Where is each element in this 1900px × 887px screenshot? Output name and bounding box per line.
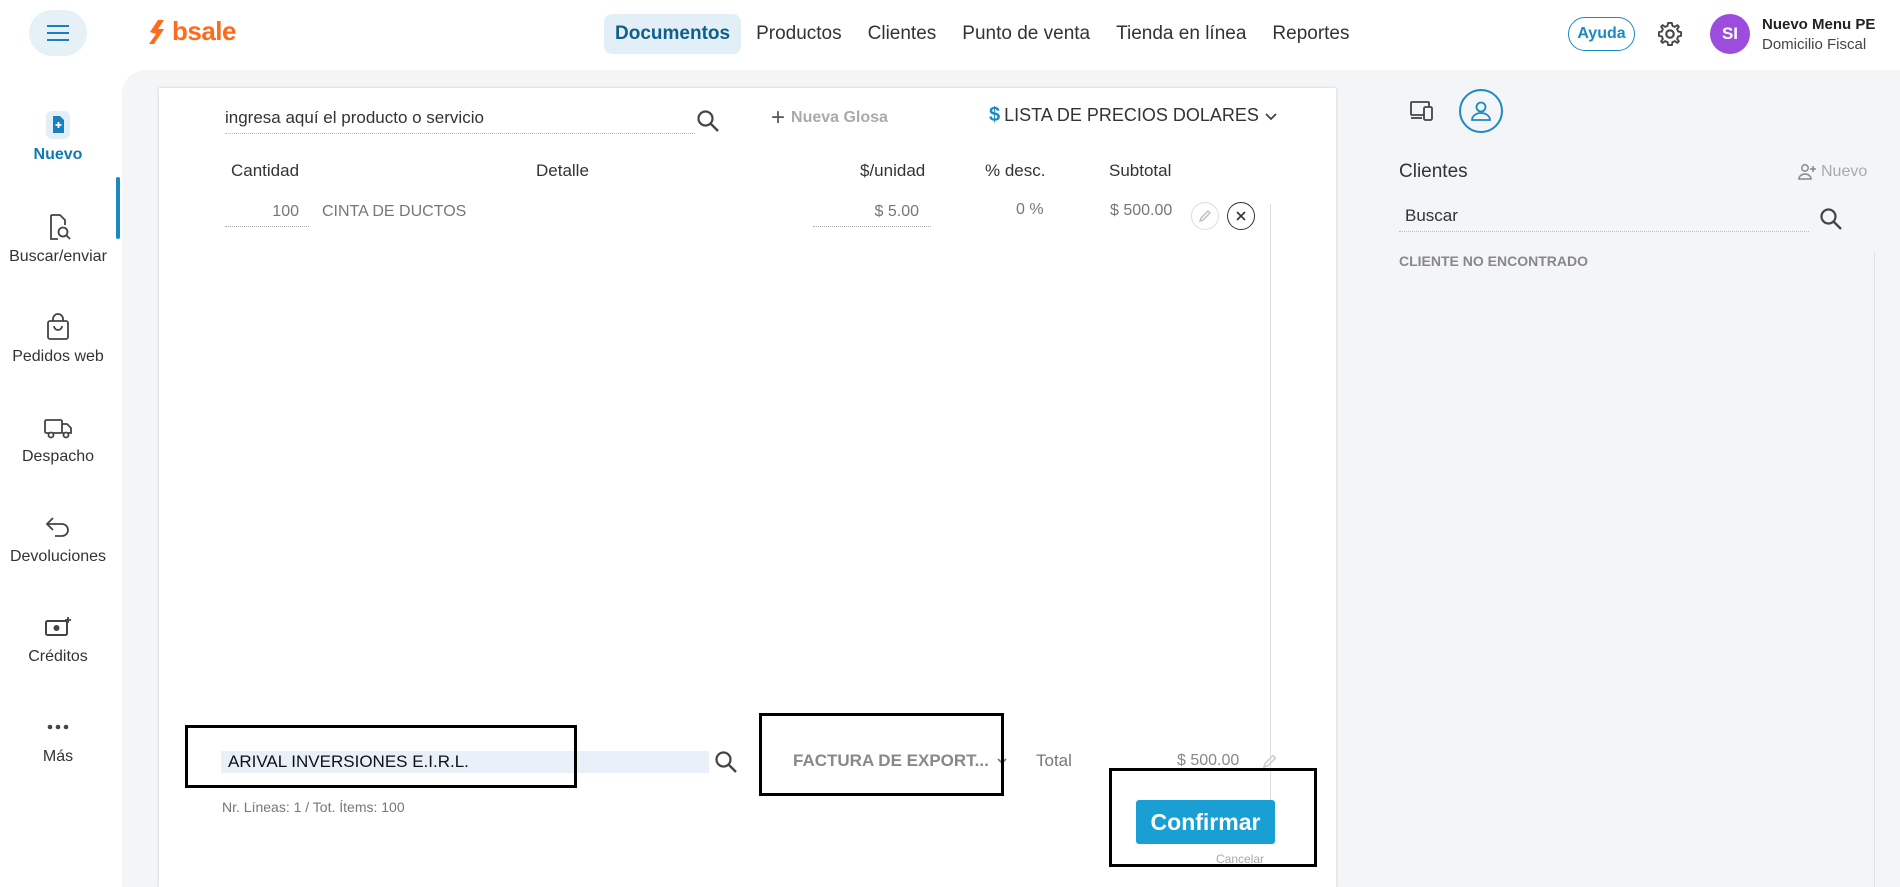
col-header-detalle: Detalle <box>536 161 589 180</box>
total-label: Total <box>1036 751 1072 770</box>
logo-text: bsale <box>172 16 237 46</box>
dollar-icon: $ <box>989 104 1001 126</box>
search-icon[interactable] <box>1818 206 1844 232</box>
product-search-field[interactable] <box>225 108 695 134</box>
nueva-glosa-label: Nueva Glosa <box>791 109 888 126</box>
new-client-button[interactable]: Nuevo <box>1797 163 1867 181</box>
edit-row-button[interactable] <box>1191 202 1219 230</box>
nav-reportes[interactable]: Reportes <box>1261 14 1360 54</box>
file-plus-icon <box>46 111 70 139</box>
sidebar-item-label: Devoluciones <box>9 548 107 565</box>
user-icon <box>1471 101 1491 121</box>
discount-field[interactable]: 0 % <box>1016 201 1044 219</box>
client-status: CLIENTE NO ENCONTRADO <box>1399 253 1588 269</box>
user-subtitle: Domicilio Fiscal <box>1762 36 1867 53</box>
sidebar-item-devoluciones[interactable]: Devoluciones <box>0 512 116 566</box>
more-dots-icon <box>47 724 69 730</box>
return-arrow-icon <box>45 517 69 537</box>
edit-total-icon[interactable] <box>1262 753 1278 769</box>
divider <box>1270 204 1271 812</box>
price-list-label: LISTA DE PRECIOS DOLARES <box>1004 105 1259 125</box>
hamburger-icon <box>47 23 69 44</box>
client-search-input[interactable] <box>1399 206 1809 226</box>
detail-text: CINTA DE DUCTOS <box>322 203 467 220</box>
user-plus-icon <box>1798 164 1816 180</box>
avatar[interactable]: SI <box>1710 14 1750 54</box>
nueva-glosa-button[interactable]: + Nueva Glosa <box>771 106 888 130</box>
close-icon <box>1236 211 1246 221</box>
nav-documentos[interactable]: Documentos <box>604 14 742 54</box>
search-icon[interactable] <box>695 108 721 134</box>
new-client-label: Nuevo <box>1821 163 1868 180</box>
plus-icon: + <box>771 104 786 131</box>
help-button[interactable]: Ayuda <box>1568 17 1635 51</box>
user-name[interactable]: Nuevo Menu PE <box>1762 16 1875 33</box>
lines-info: Nr. Líneas: 1 / Tot. Ítems: 100 <box>222 799 405 815</box>
unit-price-field[interactable]: $ 5.00 <box>813 203 931 227</box>
pencil-icon <box>1198 210 1211 223</box>
sidebar-item-label: Más <box>42 748 74 765</box>
client-panel-button[interactable] <box>1459 89 1503 133</box>
sidebar-item-despacho[interactable]: Despacho <box>0 412 116 466</box>
highlight-box-client <box>185 725 577 788</box>
logo[interactable]: bsale <box>146 16 237 47</box>
sidebar-item-creditos[interactable]: Créditos <box>0 612 116 666</box>
col-header-discount: % desc. <box>985 161 1046 180</box>
col-header-unit-price: $/unidad <box>860 161 926 180</box>
sidebar-item-label: Nuevo <box>33 146 83 163</box>
nav-productos[interactable]: Productos <box>745 14 853 54</box>
client-search-field[interactable] <box>1399 206 1809 232</box>
device-toggle-button[interactable] <box>1400 89 1444 133</box>
highlight-box-doc-type <box>759 713 1004 796</box>
price-list-select[interactable]: $ LISTA DE PRECIOS DOLARES <box>989 104 1279 127</box>
quantity-field[interactable]: 100 <box>225 203 309 227</box>
subtotal-value: $ 500.00 <box>1110 202 1173 219</box>
clients-title: Clientes <box>1399 161 1468 182</box>
highlight-box-confirm <box>1109 768 1317 867</box>
menu-button[interactable] <box>29 10 87 56</box>
chevron-down-icon <box>1265 112 1277 120</box>
money-plus-icon <box>45 617 71 636</box>
client-search-icon[interactable] <box>713 749 739 775</box>
sidebar-item-label: Pedidos web <box>12 348 104 365</box>
bsale-logo-icon <box>149 19 164 44</box>
gear-icon[interactable] <box>1656 20 1684 48</box>
file-search-icon <box>50 214 71 240</box>
sidebar-item-nuevo[interactable]: Nuevo <box>0 110 116 164</box>
nav-punto-de-venta[interactable]: Punto de venta <box>951 14 1101 54</box>
top-nav: Documentos Productos Clientes Punto de v… <box>604 14 1361 54</box>
truck-icon <box>44 419 72 439</box>
sidebar-item-label: Despacho <box>21 448 95 465</box>
remove-row-button[interactable] <box>1227 202 1255 230</box>
sidebar-item-pedidos-web[interactable]: Pedidos web <box>0 312 116 366</box>
sidebar: Nuevo Buscar/enviar Pedidos web Despacho <box>0 68 120 887</box>
active-indicator <box>116 177 120 239</box>
sidebar-item-mas[interactable]: Más <box>0 712 116 766</box>
devices-icon <box>1410 101 1433 121</box>
shopping-bag-icon <box>47 313 69 340</box>
sidebar-item-label: Créditos <box>28 648 88 665</box>
top-bar: bsale Documentos Productos Clientes Punt… <box>0 0 1900 68</box>
sidebar-item-buscar-enviar[interactable]: Buscar/enviar <box>0 212 116 266</box>
col-header-cantidad: Cantidad <box>231 161 300 180</box>
nav-clientes[interactable]: Clientes <box>857 14 948 54</box>
col-header-subtotal: Subtotal <box>1109 161 1172 180</box>
sidebar-item-label: Buscar/enviar <box>9 248 107 265</box>
nav-tienda-en-linea[interactable]: Tienda en línea <box>1105 14 1257 54</box>
product-search-input[interactable] <box>225 108 695 128</box>
divider <box>1874 252 1875 887</box>
